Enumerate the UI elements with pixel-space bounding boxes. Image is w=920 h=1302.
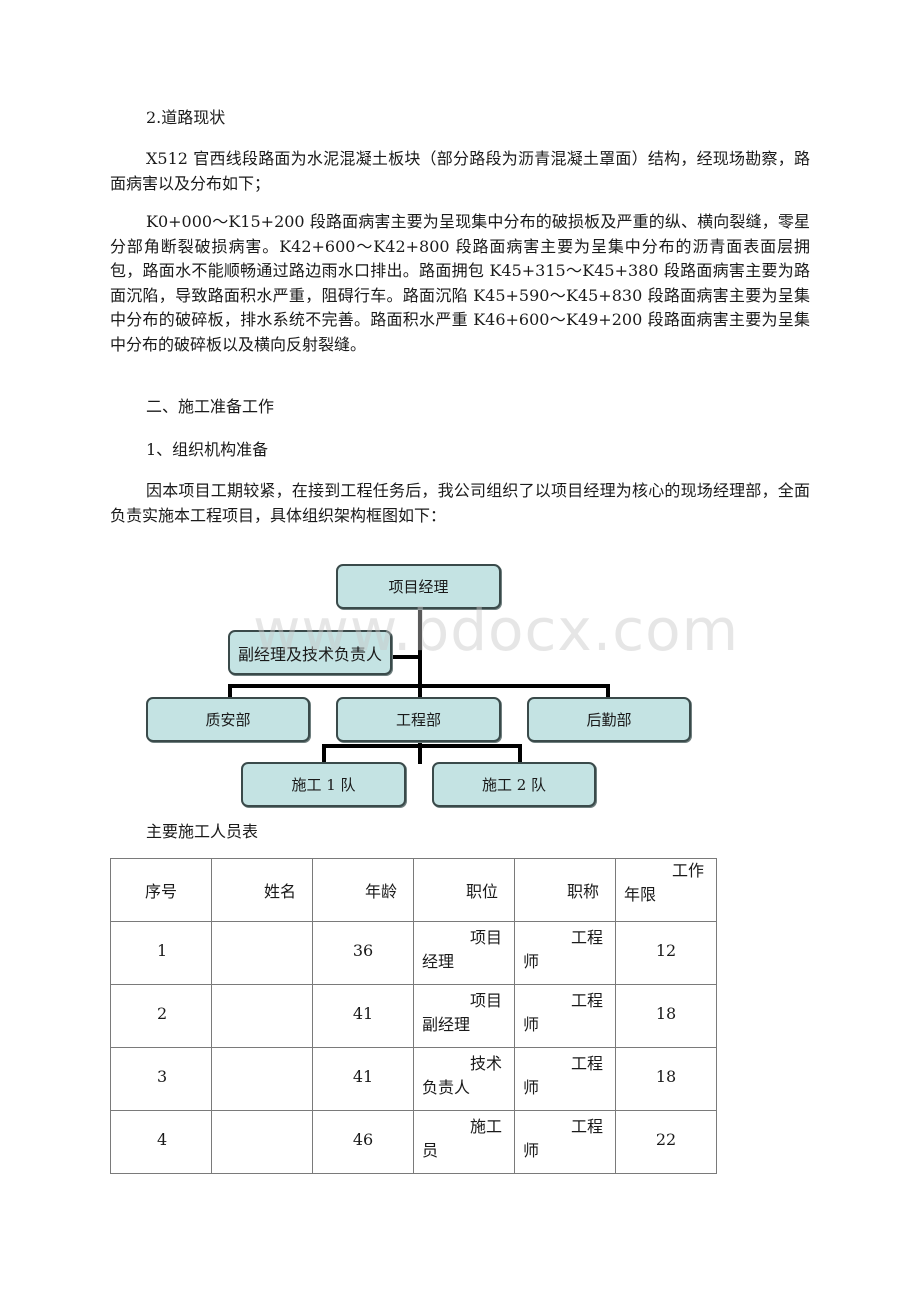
connector-line <box>322 744 522 748</box>
header-cell: 姓名 <box>211 858 313 922</box>
org-box-engineering: 工程部 <box>336 697 501 742</box>
heading-organization-preparation: 1、组织机构准备 <box>146 440 269 459</box>
table-row: 3 41 技术 负责人 工程师 18 <box>110 1047 717 1111</box>
org-box-team-2: 施工 2 队 <box>432 762 596 807</box>
header-cell: 序号 <box>110 858 212 922</box>
table-header-row: 序号 姓名 年龄 职位 职称 工作 年限 <box>110 858 717 922</box>
header-cell: 职位 <box>413 858 515 922</box>
connector-line <box>228 684 610 688</box>
org-box-quality-safety: 质安部 <box>146 697 310 742</box>
table-title: 主要施工人员表 <box>146 822 259 841</box>
paragraph-road-structure: X512 官西线段路面为水泥混凝土板块（部分路段为沥青混凝土罩面）结构，经现场勘… <box>110 149 810 193</box>
org-box-deputy-manager: 副经理及技术负责人 <box>228 630 392 675</box>
org-box-team-1: 施工 1 队 <box>241 762 406 807</box>
table-row: 1 36 项目 经理 工程师 12 <box>110 921 717 985</box>
org-box-project-manager: 项目经理 <box>336 564 501 609</box>
header-cell: 年龄 <box>312 858 414 922</box>
connector-line <box>322 744 326 764</box>
header-cell: 职称 <box>514 858 616 922</box>
paragraph-organization: 因本项目工期较紧，在接到工程任务后，我公司组织了以项目经理为核心的现场经理部，全… <box>110 481 810 525</box>
connector-line <box>390 655 420 659</box>
heading-construction-preparation: 二、施工准备工作 <box>146 397 275 416</box>
org-box-logistics: 后勤部 <box>527 697 691 742</box>
paragraph-road-damage: K0+000～K15+200 段路面病害主要为呈现集中分布的破损板及严重的纵、横… <box>110 212 810 354</box>
table-row: 2 41 项目 副经理 工程师 18 <box>110 984 717 1048</box>
staff-table: 序号 姓名 年龄 职位 职称 工作 年限 1 36 项目 经理 工程师 12 2 4… <box>110 858 717 1174</box>
section-heading-road-status: 2.道路现状 <box>146 108 226 127</box>
connector-line <box>518 744 522 764</box>
header-cell: 工作 年限 <box>615 858 717 922</box>
table-row: 4 46 施工员 工程师 22 <box>110 1110 717 1174</box>
